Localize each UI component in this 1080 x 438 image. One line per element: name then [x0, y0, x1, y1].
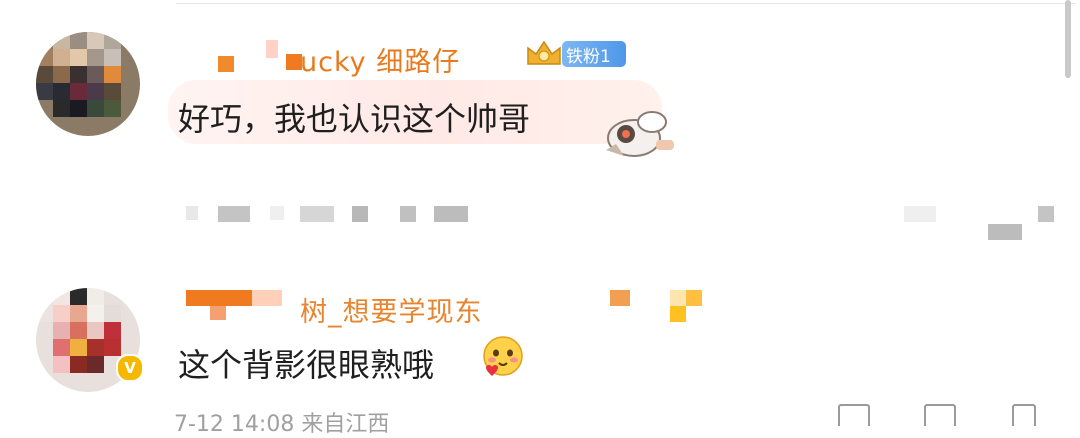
crown-icon	[527, 40, 561, 65]
top-divider	[176, 3, 1076, 4]
comment-text[interactable]: 好巧，我也认识这个帅哥	[178, 94, 530, 140]
username[interactable]: ucky 细路仔	[300, 40, 460, 79]
scrollbar[interactable]	[1065, 0, 1071, 78]
comment-timestamp: 7-12 14:08 来自江西	[174, 412, 390, 437]
comment-icon[interactable]	[924, 404, 956, 426]
astronaut-sticker-icon	[606, 111, 674, 157]
verified-badge-icon: V	[116, 354, 144, 382]
avatar[interactable]	[36, 32, 140, 136]
blushing-face-with-heart-icon	[483, 336, 523, 376]
like-icon[interactable]	[1012, 404, 1036, 426]
fan-badge-label: 铁粉1	[566, 47, 611, 67]
fan-badge: 铁粉1	[522, 38, 630, 68]
share-icon[interactable]	[838, 404, 870, 426]
comment-text[interactable]: 这个背影很眼熟哦	[178, 340, 434, 386]
username[interactable]: 树_想要学现东	[300, 290, 483, 329]
